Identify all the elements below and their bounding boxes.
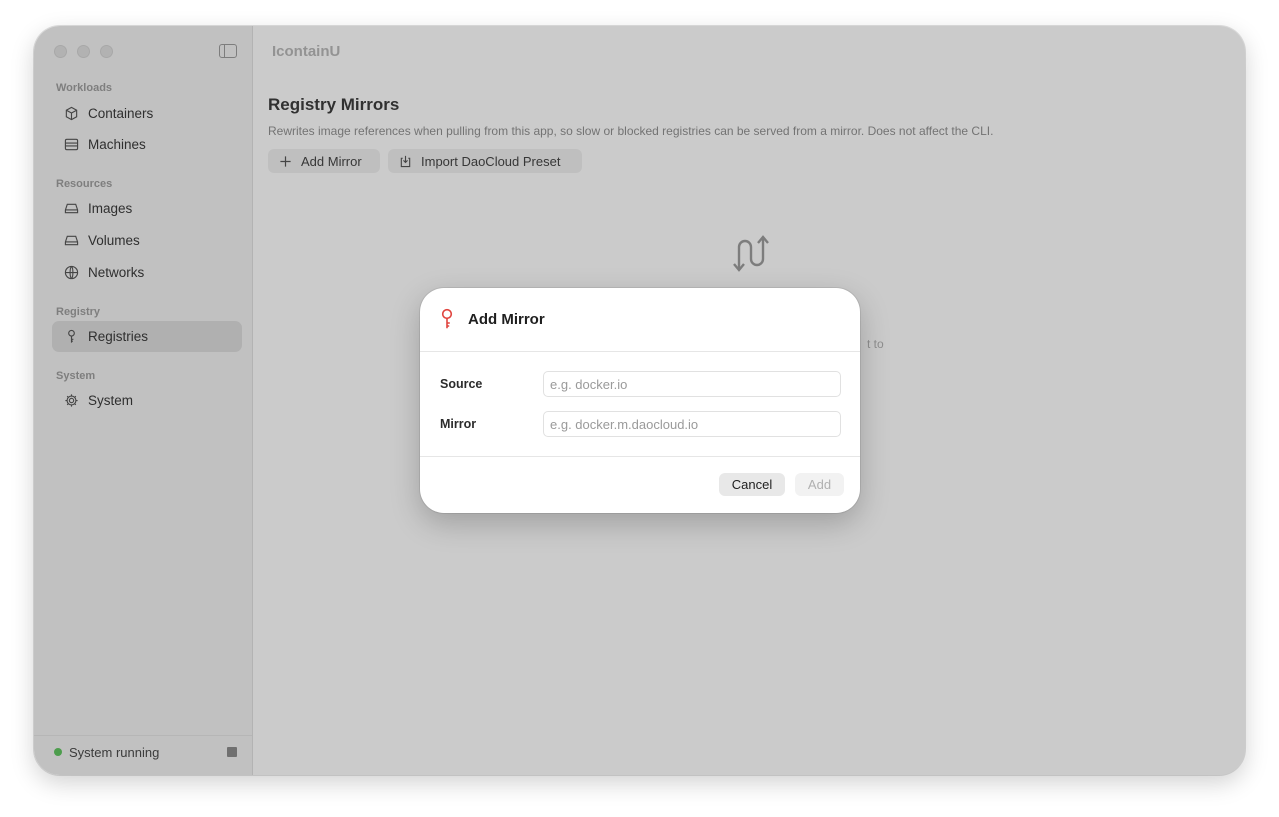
divider [420,456,860,457]
source-label: Source [440,377,483,391]
dialog-title: Add Mirror [468,311,545,328]
source-input[interactable] [543,371,841,397]
mirror-input[interactable] [543,411,841,437]
add-mirror-dialog: Add Mirror Source Mirror Cancel Add [420,288,860,513]
empty-state-hint: t to [867,337,884,351]
add-button[interactable]: Add [795,473,844,496]
key-icon [441,308,453,329]
divider [420,351,860,352]
cancel-button[interactable]: Cancel [719,473,785,496]
mirror-label: Mirror [440,417,477,431]
